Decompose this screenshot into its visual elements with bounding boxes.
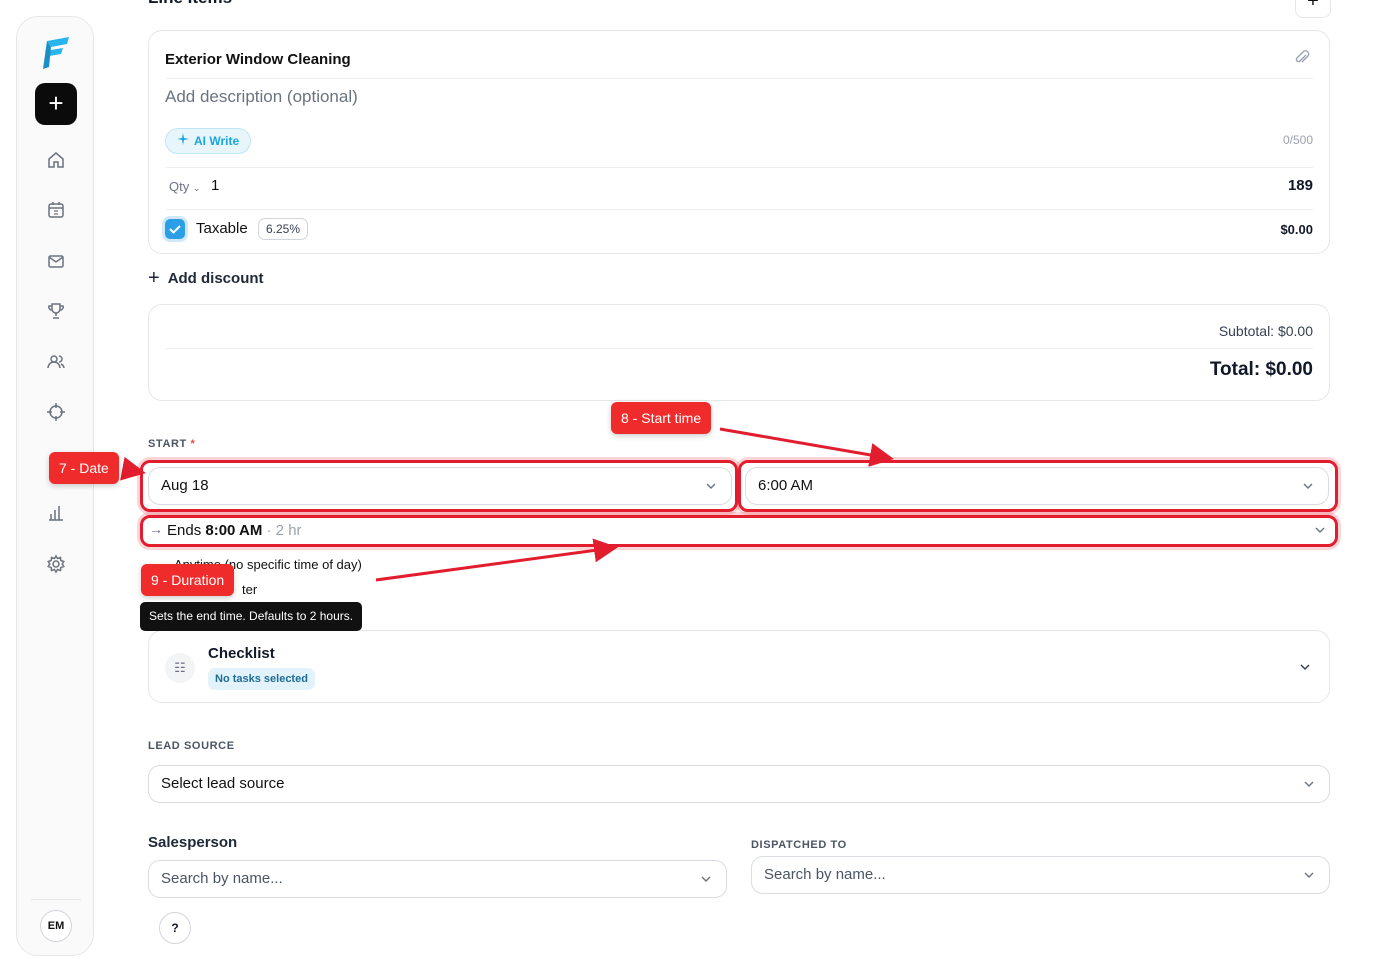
add-line-item-button[interactable]: + (1295, 0, 1331, 18)
paperclip-icon[interactable] (1293, 49, 1311, 67)
divider (165, 209, 1313, 210)
dispatched-to-search[interactable]: Search by name... (751, 856, 1330, 894)
end-time-duration-select[interactable]: → Ends 8:00 AM · 2 hr (148, 519, 1332, 543)
crosshair-icon[interactable] (46, 402, 66, 422)
duration-annotation-tag: 9 - Duration (141, 564, 235, 596)
lead-source-label: LEAD SOURCE (148, 740, 235, 752)
divider (165, 167, 1313, 168)
chevron-down-icon (1302, 480, 1314, 492)
line-item-card: Exterior Window Cleaning AI Write 0/500 … (148, 30, 1330, 254)
char-count: 0/500 (1282, 133, 1313, 147)
duration-tooltip: Sets the end time. Defaults to 2 hours. (140, 602, 363, 631)
divider (165, 78, 1313, 79)
check-icon (169, 225, 181, 234)
totals-card: Subtotal: $0.00 Total: $0.00 (148, 304, 1330, 401)
taxable-checkbox[interactable] (165, 219, 185, 239)
start-time-select[interactable]: 6:00 AM (745, 467, 1329, 505)
mail-icon[interactable] (46, 251, 66, 271)
total: Total: $0.00 (1209, 359, 1313, 380)
checklist-icon: ☷ (165, 653, 195, 683)
line-items-title: Line Items (148, 0, 232, 8)
qty-unit-select[interactable]: Qty ⌄ (169, 179, 200, 194)
salesperson-label: Salesperson (148, 834, 238, 851)
sidebar: + EM (16, 16, 94, 956)
dispatched-to-label: DISPATCHED TO (751, 839, 847, 851)
line-item-name[interactable]: Exterior Window Cleaning (165, 51, 351, 68)
chevron-down-icon (700, 873, 712, 885)
home-icon[interactable] (46, 150, 66, 170)
date-annotation-tag: 7 - Date (49, 452, 119, 484)
user-avatar[interactable]: EM (40, 910, 72, 942)
plus-icon: + (148, 267, 160, 289)
subtotal: Subtotal: $0.00 (1218, 323, 1313, 339)
add-discount-button[interactable]: + Add discount (148, 268, 264, 288)
chevron-down-icon (1303, 778, 1315, 790)
help-button[interactable]: ? (159, 912, 191, 944)
calendar-icon[interactable] (46, 200, 66, 220)
start-label: START * (148, 438, 196, 450)
chevron-down-icon (1303, 869, 1315, 881)
qty-input[interactable]: 1 (211, 177, 219, 194)
chevron-down-icon (705, 480, 717, 492)
gear-icon[interactable] (46, 554, 66, 574)
tax-amount: $0.00 (1280, 222, 1313, 237)
app-logo[interactable] (41, 35, 71, 69)
chevron-down-icon: ⌄ (192, 183, 201, 193)
checklist-title: Checklist (208, 645, 275, 662)
ai-write-label: AI Write (194, 134, 240, 148)
users-icon[interactable] (46, 352, 66, 372)
arrow-right-icon: → (149, 521, 163, 537)
price-input[interactable]: 189 (1288, 177, 1313, 194)
taxable-label: Taxable (196, 220, 248, 237)
start-time-annotation-tag: 8 - Start time (611, 402, 712, 434)
checklist-status-badge: No tasks selected (208, 668, 315, 690)
lead-source-select[interactable]: Select lead source (148, 765, 1330, 803)
description-input[interactable] (165, 87, 1065, 107)
sidebar-divider (31, 899, 81, 900)
ai-write-button[interactable]: AI Write (165, 128, 252, 154)
divider (165, 348, 1313, 349)
salesperson-search[interactable]: Search by name... (148, 860, 727, 898)
bar-chart-icon[interactable] (46, 503, 66, 523)
create-new-button[interactable]: + (35, 83, 77, 125)
sparkle-icon (177, 129, 189, 153)
date-select[interactable]: Aug 18 (148, 467, 732, 505)
checklist-card[interactable]: ☷ Checklist No tasks selected (148, 630, 1330, 703)
chevron-down-icon (1314, 524, 1326, 536)
schedule-option[interactable]: ter (242, 582, 257, 597)
chevron-down-icon (1299, 661, 1311, 673)
tax-rate-badge[interactable]: 6.25% (258, 218, 309, 240)
page: + EM Line Items + Exterior Wind (0, 0, 1400, 972)
trophy-icon[interactable] (46, 301, 66, 321)
